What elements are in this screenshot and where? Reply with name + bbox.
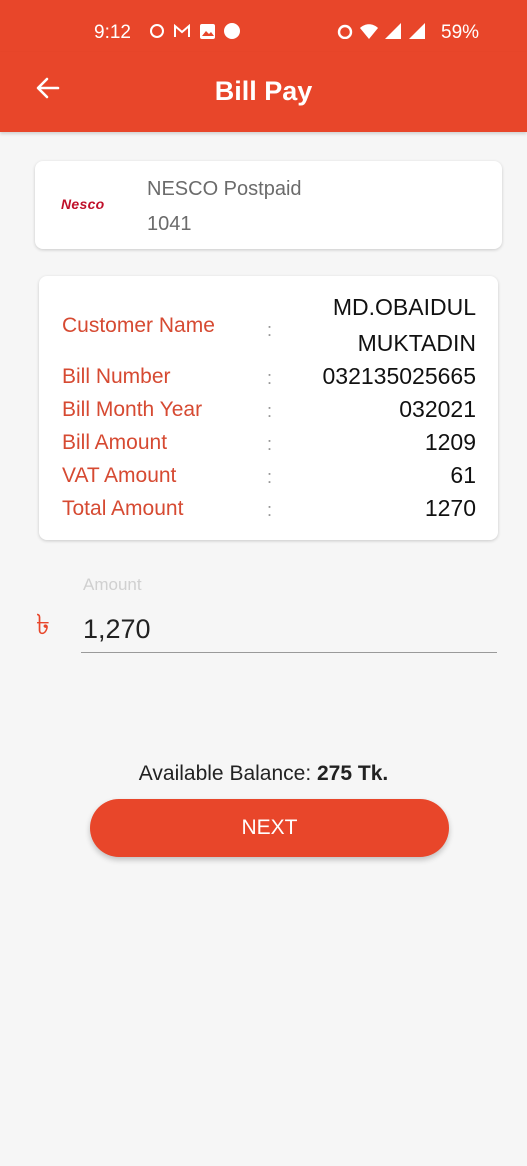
detail-label: Bill Month Year xyxy=(62,398,203,421)
amount-input[interactable]: 1,270 xyxy=(83,614,151,645)
detail-separator: : xyxy=(267,401,273,421)
signal-icon xyxy=(384,22,402,40)
detail-value-line1: MD.OBAIDUL xyxy=(332,294,476,320)
detail-separator: : xyxy=(267,368,273,388)
amount-input-underline xyxy=(81,652,497,653)
whatsapp-icon xyxy=(148,22,166,40)
detail-separator: : xyxy=(267,500,273,520)
available-balance: Available Balance: 275 Tk. xyxy=(0,762,527,786)
detail-label: VAT Amount xyxy=(62,464,177,487)
alarm-icon xyxy=(336,22,354,40)
wifi-icon xyxy=(360,22,378,40)
next-button-label: NEXT xyxy=(241,816,298,839)
biller-name: NESCO Postpaid xyxy=(147,178,302,200)
detail-separator: : xyxy=(267,320,273,340)
detail-separator: : xyxy=(267,467,273,487)
gallery-icon xyxy=(198,22,216,40)
status-time: 9:12 xyxy=(94,22,131,43)
biller-card: Nesco NESCO Postpaid 1041 xyxy=(35,161,502,249)
detail-value: 032021 xyxy=(399,396,476,422)
detail-separator: : xyxy=(267,434,273,454)
bill-details-card: Customer Name : MD.OBAIDUL MUKTADIN Bill… xyxy=(39,276,498,540)
status-notification-icons xyxy=(148,22,241,40)
biller-code: 1041 xyxy=(147,213,192,235)
detail-value: 61 xyxy=(450,462,476,488)
gmail-icon xyxy=(173,22,191,40)
battery-percent: 59% xyxy=(441,22,480,43)
detail-label: Bill Number xyxy=(62,365,171,388)
detail-value: 1209 xyxy=(424,429,476,455)
available-balance-label: Available Balance: xyxy=(138,762,317,785)
detail-value-line2: MUKTADIN xyxy=(357,330,476,356)
detail-value: 1270 xyxy=(424,495,476,521)
nesco-logo: Nesco xyxy=(61,196,105,212)
amount-field-label: Amount xyxy=(83,575,142,594)
app-bar: Bill Pay xyxy=(0,52,527,132)
detail-value: 032135025665 xyxy=(322,363,477,389)
available-balance-value: 275 Tk. xyxy=(317,762,389,785)
next-button[interactable]: NEXT xyxy=(90,799,449,857)
phone-icon xyxy=(223,22,241,40)
status-bar: 9:12 59% xyxy=(0,0,527,52)
page-title: Bill Pay xyxy=(214,76,313,106)
detail-label: Customer Name xyxy=(62,314,215,337)
detail-label: Total Amount xyxy=(62,497,184,520)
signal-icon xyxy=(408,22,426,40)
detail-label: Bill Amount xyxy=(62,431,168,454)
taka-icon: ৳ xyxy=(36,609,50,640)
status-system-icons xyxy=(336,22,426,40)
